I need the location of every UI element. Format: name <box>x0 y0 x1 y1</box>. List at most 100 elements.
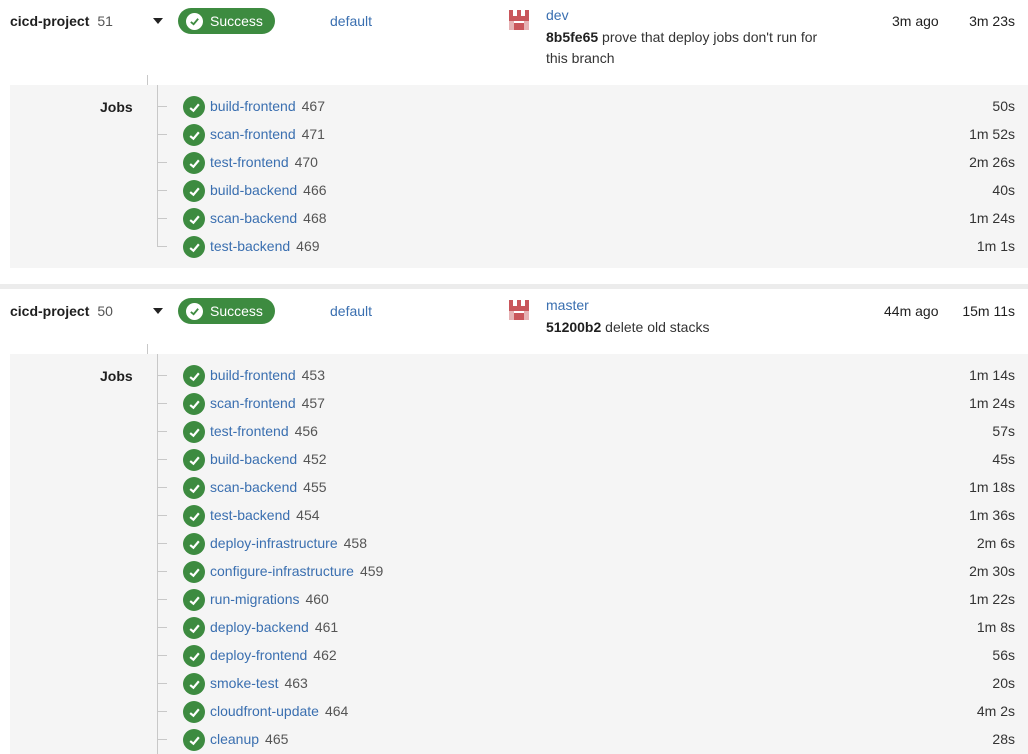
job-row[interactable]: configure-infrastructure 459 2m 30s <box>157 558 1028 586</box>
job-row[interactable]: test-frontend 456 57s <box>157 418 1028 446</box>
job-row[interactable]: test-backend 454 1m 36s <box>157 502 1028 530</box>
job-link[interactable]: test-backend 454 <box>210 507 320 523</box>
job-link[interactable]: run-migrations 460 <box>210 591 329 607</box>
project-link[interactable]: cicd-project 51 <box>10 13 113 29</box>
check-circle-icon[interactable] <box>183 365 205 387</box>
job-name[interactable]: test-backend <box>210 507 290 523</box>
job-name[interactable]: scan-backend <box>210 479 297 495</box>
check-circle-icon[interactable] <box>183 421 205 443</box>
check-circle-icon[interactable] <box>183 96 205 118</box>
check-circle-icon[interactable] <box>183 236 205 258</box>
tree-branch <box>157 459 167 460</box>
job-link[interactable]: build-frontend 467 <box>210 98 325 114</box>
job-row[interactable]: test-frontend 470 2m 26s <box>157 149 1028 177</box>
job-link[interactable]: scan-frontend 471 <box>210 126 325 142</box>
job-name[interactable]: scan-backend <box>210 210 297 226</box>
job-name[interactable]: build-frontend <box>210 98 296 114</box>
ref-link[interactable]: dev <box>546 7 569 23</box>
job-name[interactable]: smoke-test <box>210 675 278 691</box>
job-row[interactable]: deploy-frontend 462 56s <box>157 642 1028 670</box>
job-name[interactable]: test-frontend <box>210 154 289 170</box>
check-circle-icon[interactable] <box>183 729 205 751</box>
job-row[interactable]: cleanup 465 28s <box>157 726 1028 754</box>
job-link[interactable]: test-backend 469 <box>210 238 320 254</box>
status-badge[interactable]: Success <box>178 298 275 324</box>
job-name[interactable]: test-backend <box>210 238 290 254</box>
job-row[interactable]: scan-backend 468 1m 24s <box>157 205 1028 233</box>
job-row[interactable]: build-backend 452 45s <box>157 446 1028 474</box>
caret-down-icon[interactable] <box>153 18 163 24</box>
check-circle-icon[interactable] <box>183 505 205 527</box>
job-row[interactable]: build-backend 466 40s <box>157 177 1028 205</box>
job-name[interactable]: configure-infrastructure <box>210 563 354 579</box>
job-duration: 56s <box>992 647 1015 663</box>
check-circle-icon[interactable] <box>183 208 205 230</box>
check-circle-icon[interactable] <box>183 589 205 611</box>
job-name[interactable]: scan-frontend <box>210 126 296 142</box>
project-link[interactable]: cicd-project 50 <box>10 303 113 319</box>
check-circle-icon[interactable] <box>183 617 205 639</box>
job-link[interactable]: scan-backend 468 <box>210 210 327 226</box>
check-circle-icon[interactable] <box>183 393 205 415</box>
branch-link[interactable]: default <box>330 303 372 319</box>
ref-link[interactable]: master <box>546 297 589 313</box>
job-link[interactable]: configure-infrastructure 459 <box>210 563 383 579</box>
job-link[interactable]: cloudfront-update 464 <box>210 703 348 719</box>
job-row[interactable]: deploy-backend 461 1m 8s <box>157 614 1028 642</box>
job-link[interactable]: test-frontend 470 <box>210 154 318 170</box>
check-circle-icon[interactable] <box>183 701 205 723</box>
job-row[interactable]: deploy-infrastructure 458 2m 6s <box>157 530 1028 558</box>
project-name[interactable]: cicd-project <box>10 13 89 29</box>
job-name[interactable]: scan-frontend <box>210 395 296 411</box>
check-circle-icon[interactable] <box>183 449 205 471</box>
status-badge[interactable]: Success <box>178 8 275 34</box>
branch-link[interactable]: default <box>330 13 372 29</box>
job-link[interactable]: smoke-test 463 <box>210 675 308 691</box>
commit-sha[interactable]: 8b5fe65 <box>546 29 598 45</box>
job-row[interactable]: scan-frontend 457 1m 24s <box>157 390 1028 418</box>
job-name[interactable]: test-frontend <box>210 423 289 439</box>
job-name[interactable]: deploy-frontend <box>210 647 307 663</box>
project-name[interactable]: cicd-project <box>10 303 89 319</box>
job-row[interactable]: build-frontend 467 50s <box>157 93 1028 121</box>
job-link[interactable]: deploy-infrastructure 458 <box>210 535 367 551</box>
job-row[interactable]: cloudfront-update 464 4m 2s <box>157 698 1028 726</box>
commit-sha[interactable]: 51200b2 <box>546 319 601 335</box>
check-circle-icon[interactable] <box>183 477 205 499</box>
job-name[interactable]: run-migrations <box>210 591 299 607</box>
job-link[interactable]: scan-backend 455 <box>210 479 327 495</box>
check-circle-icon[interactable] <box>183 152 205 174</box>
job-id: 452 <box>303 451 327 467</box>
check-circle-icon[interactable] <box>183 124 205 146</box>
job-link[interactable]: cleanup 465 <box>210 731 288 747</box>
job-row[interactable]: test-backend 469 1m 1s <box>157 233 1028 261</box>
job-row[interactable]: scan-backend 455 1m 18s <box>157 474 1028 502</box>
job-link[interactable]: deploy-frontend 462 <box>210 647 337 663</box>
tree-branch <box>157 431 167 432</box>
job-name[interactable]: build-backend <box>210 451 297 467</box>
caret-down-icon[interactable] <box>153 308 163 314</box>
job-name[interactable]: cloudfront-update <box>210 703 319 719</box>
job-row[interactable]: smoke-test 463 20s <box>157 670 1028 698</box>
job-link[interactable]: build-frontend 453 <box>210 367 325 383</box>
check-circle-icon[interactable] <box>183 561 205 583</box>
check-circle-icon[interactable] <box>183 673 205 695</box>
job-row[interactable]: scan-frontend 471 1m 52s <box>157 121 1028 149</box>
job-name[interactable]: deploy-infrastructure <box>210 535 338 551</box>
job-link[interactable]: scan-frontend 457 <box>210 395 325 411</box>
job-row[interactable]: build-frontend 453 1m 14s <box>157 362 1028 390</box>
job-name[interactable]: build-frontend <box>210 367 296 383</box>
check-circle-icon[interactable] <box>183 533 205 555</box>
job-link[interactable]: deploy-backend 461 <box>210 619 338 635</box>
job-name[interactable]: cleanup <box>210 731 259 747</box>
job-link[interactable]: build-backend 466 <box>210 182 327 198</box>
job-link[interactable]: test-frontend 456 <box>210 423 318 439</box>
job-link[interactable]: build-backend 452 <box>210 451 327 467</box>
check-circle-icon[interactable] <box>183 645 205 667</box>
job-name[interactable]: build-backend <box>210 182 297 198</box>
check-circle-icon[interactable] <box>183 180 205 202</box>
commit-message: prove that deploy jobs don't run for <box>602 29 818 45</box>
job-name[interactable]: deploy-backend <box>210 619 309 635</box>
job-row[interactable]: run-migrations 460 1m 22s <box>157 586 1028 614</box>
job-duration: 1m 52s <box>969 126 1015 142</box>
